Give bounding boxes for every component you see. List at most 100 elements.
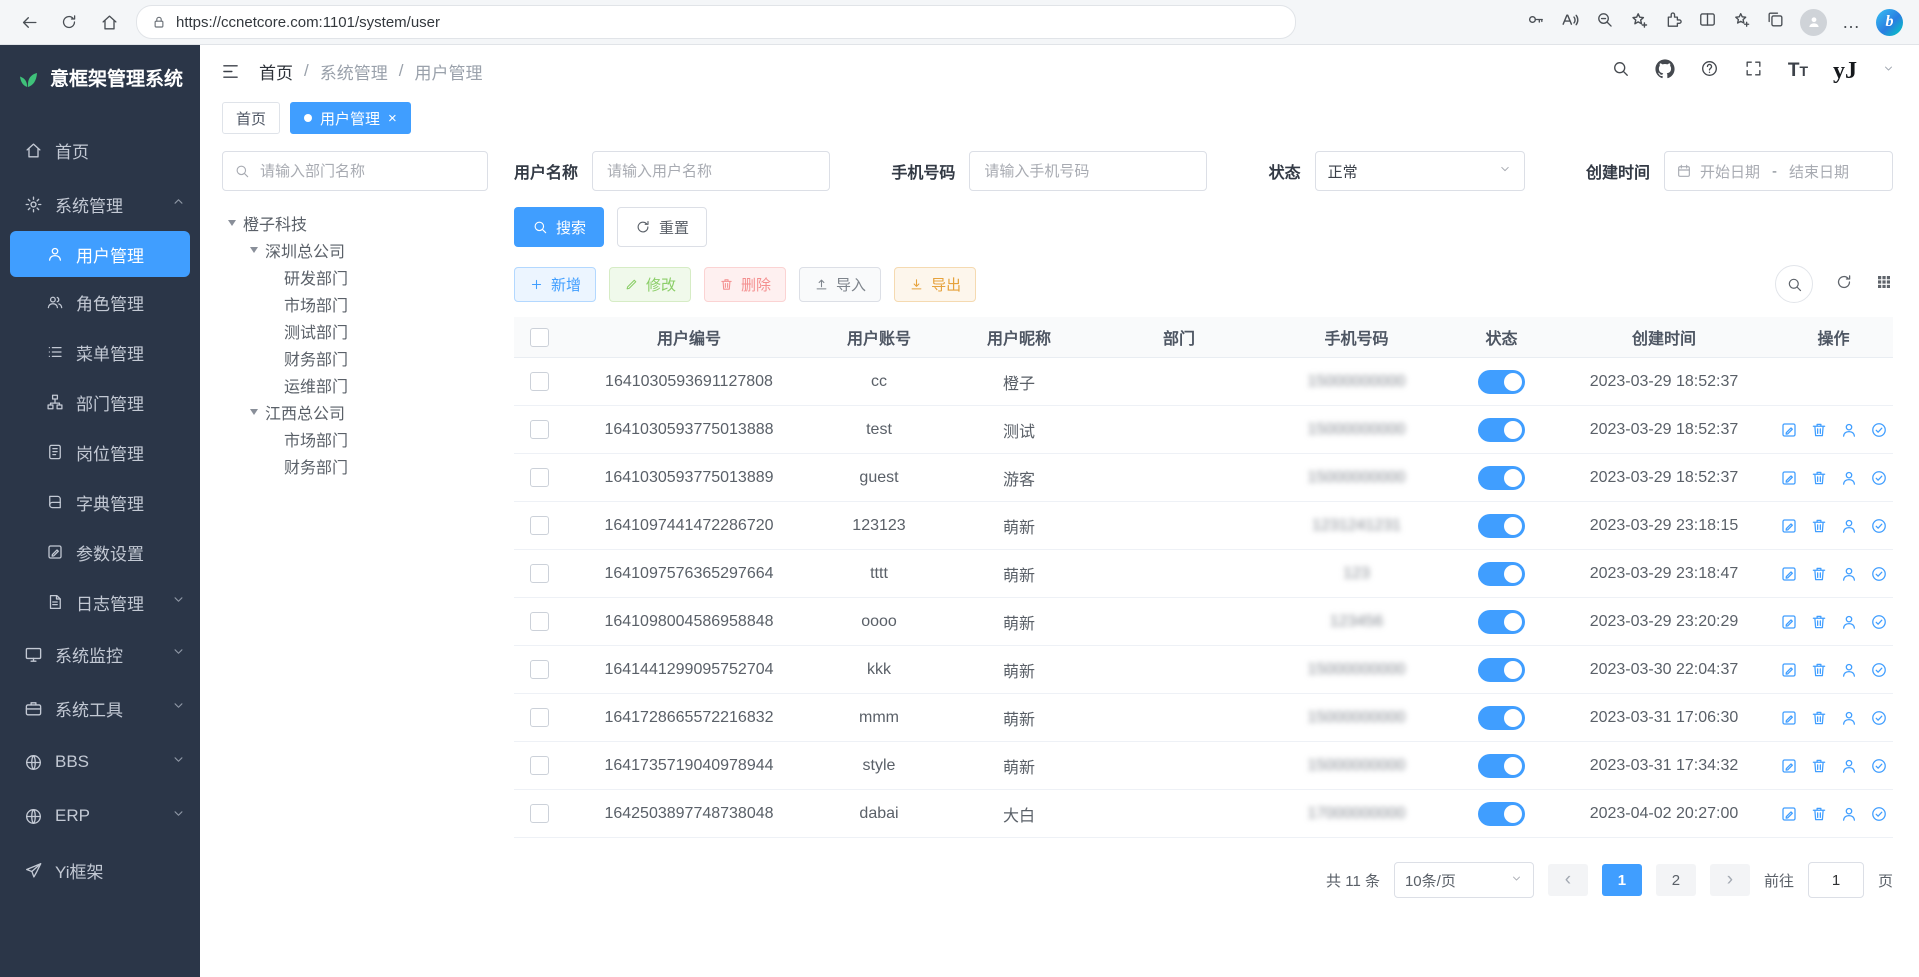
row-checkbox[interactable] [530,708,549,727]
tree-node-root[interactable]: 橙子科技 [222,209,488,236]
page-button-2[interactable]: 2 [1656,864,1696,896]
status-toggle[interactable] [1478,418,1525,442]
sidebar-item-param-settings[interactable]: 参数设置 [0,527,200,577]
assign-role-icon[interactable] [1870,565,1888,583]
status-toggle[interactable] [1478,610,1525,634]
favorites-add-icon[interactable] [1629,10,1649,35]
copilot-icon[interactable]: b [1876,9,1903,36]
table-row[interactable]: 1641097576365297664 tttt 萌新 123 2023-03-… [514,550,1893,598]
table-row[interactable]: 1641030593775013889 guest 游客 15000000000… [514,454,1893,502]
sidebar-item-home[interactable]: 首页 [0,123,200,177]
delete-row-icon[interactable] [1810,421,1828,439]
table-row[interactable]: 1641097441472286720 123123 萌新 1231241231… [514,502,1893,550]
reset-password-icon[interactable] [1840,565,1858,583]
table-row[interactable]: 1642503897748738048 dabai 大白 17000000000… [514,790,1893,838]
delete-row-icon[interactable] [1810,517,1828,535]
tree-node-leaf[interactable]: 研发部门 [222,263,488,290]
phone-input[interactable] [982,162,1194,181]
row-checkbox[interactable] [530,468,549,487]
dept-search-input[interactable] [258,162,476,181]
page-size-select[interactable]: 10条/页 [1394,862,1534,898]
browser-home-icon[interactable] [92,5,126,39]
reset-password-icon[interactable] [1840,709,1858,727]
passwords-key-icon[interactable] [1526,10,1545,34]
edit-row-icon[interactable] [1780,613,1798,631]
browser-profile-avatar[interactable] [1800,9,1827,36]
date-range-picker[interactable]: 开始日期 - 结束日期 [1664,151,1893,191]
row-checkbox[interactable] [530,756,549,775]
assign-role-icon[interactable] [1870,517,1888,535]
goto-page-input[interactable] [1808,862,1864,898]
favorites-bar-icon[interactable] [1732,10,1751,34]
row-checkbox[interactable] [530,516,549,535]
sidebar-item-erp[interactable]: ERP [0,789,200,843]
table-row[interactable]: 1641098004586958848 oooo 萌新 123456 2023-… [514,598,1893,646]
delete-row-icon[interactable] [1810,709,1828,727]
edit-row-icon[interactable] [1780,469,1798,487]
status-toggle[interactable] [1478,658,1525,682]
edit-row-icon[interactable] [1780,661,1798,679]
zoom-out-icon[interactable] [1595,10,1614,34]
sidebar-item-log-management[interactable]: 日志管理 [0,577,200,627]
breadcrumb-home[interactable]: 首页 [259,59,293,84]
next-page-button[interactable]: › [1710,864,1750,896]
refresh-table-icon[interactable] [1835,273,1853,296]
row-checkbox[interactable] [530,804,549,823]
sidebar-item-system-tools[interactable]: 系统工具 [0,681,200,735]
row-checkbox[interactable] [530,372,549,391]
status-select[interactable]: 正常 [1315,151,1525,191]
sidebar-item-system-management[interactable]: 系统管理 [0,177,200,231]
delete-row-icon[interactable] [1810,613,1828,631]
export-button[interactable]: 导出 [894,267,976,302]
sidebar-item-bbs[interactable]: BBS [0,735,200,789]
table-row[interactable]: 1641728665572216832 mmm 萌新 15000000000 2… [514,694,1893,742]
status-toggle[interactable] [1478,802,1525,826]
select-all-checkbox[interactable] [530,328,549,347]
tree-node-leaf[interactable]: 财务部门 [222,452,488,479]
edit-row-icon[interactable] [1780,565,1798,583]
reset-password-icon[interactable] [1840,757,1858,775]
assign-role-icon[interactable] [1870,757,1888,775]
user-avatar[interactable]: yJ [1833,59,1857,83]
url-text[interactable]: https://ccnetcore.com:1101/system/user [176,14,440,31]
sidebar-item-post-management[interactable]: 岗位管理 [0,427,200,477]
table-row[interactable]: 1641735719040978944 style 萌新 15000000000… [514,742,1893,790]
sidebar-item-department-management[interactable]: 部门管理 [0,377,200,427]
font-size-icon[interactable]: TT [1788,60,1808,82]
sidebar-item-user-management[interactable]: 用户管理 [10,231,190,277]
reset-password-icon[interactable] [1840,613,1858,631]
tree-node-leaf[interactable]: 市场部门 [222,425,488,452]
reset-password-icon[interactable] [1840,517,1858,535]
help-icon[interactable] [1700,59,1719,83]
edit-row-icon[interactable] [1780,757,1798,775]
edit-button[interactable]: 修改 [609,267,691,302]
hide-search-icon[interactable] [1775,265,1813,303]
assign-role-icon[interactable] [1870,661,1888,679]
tree-node-leaf[interactable]: 运维部门 [222,371,488,398]
status-toggle[interactable] [1478,754,1525,778]
tree-node[interactable]: 深圳总公司 [222,236,488,263]
search-button[interactable]: 搜索 [514,207,604,247]
edit-row-icon[interactable] [1780,517,1798,535]
split-screen-icon[interactable] [1698,10,1717,34]
collections-icon[interactable] [1766,10,1785,34]
fullscreen-icon[interactable] [1744,59,1763,83]
reset-password-icon[interactable] [1840,469,1858,487]
delete-button[interactable]: 删除 [704,267,786,302]
edit-row-icon[interactable] [1780,709,1798,727]
breadcrumb-system[interactable]: 系统管理 [320,59,388,84]
address-bar[interactable]: https://ccnetcore.com:1101/system/user [136,5,1296,39]
assign-role-icon[interactable] [1870,709,1888,727]
status-toggle[interactable] [1478,514,1525,538]
prev-page-button[interactable]: ‹ [1548,864,1588,896]
menu-fold-icon[interactable] [220,61,241,82]
assign-role-icon[interactable] [1870,613,1888,631]
row-checkbox[interactable] [530,564,549,583]
reset-password-icon[interactable] [1840,661,1858,679]
import-button[interactable]: 导入 [799,267,881,302]
assign-role-icon[interactable] [1870,469,1888,487]
delete-row-icon[interactable] [1810,805,1828,823]
tab-home[interactable]: 首页 [222,102,280,134]
tree-node-leaf[interactable]: 测试部门 [222,317,488,344]
tree-node[interactable]: 江西总公司 [222,398,488,425]
